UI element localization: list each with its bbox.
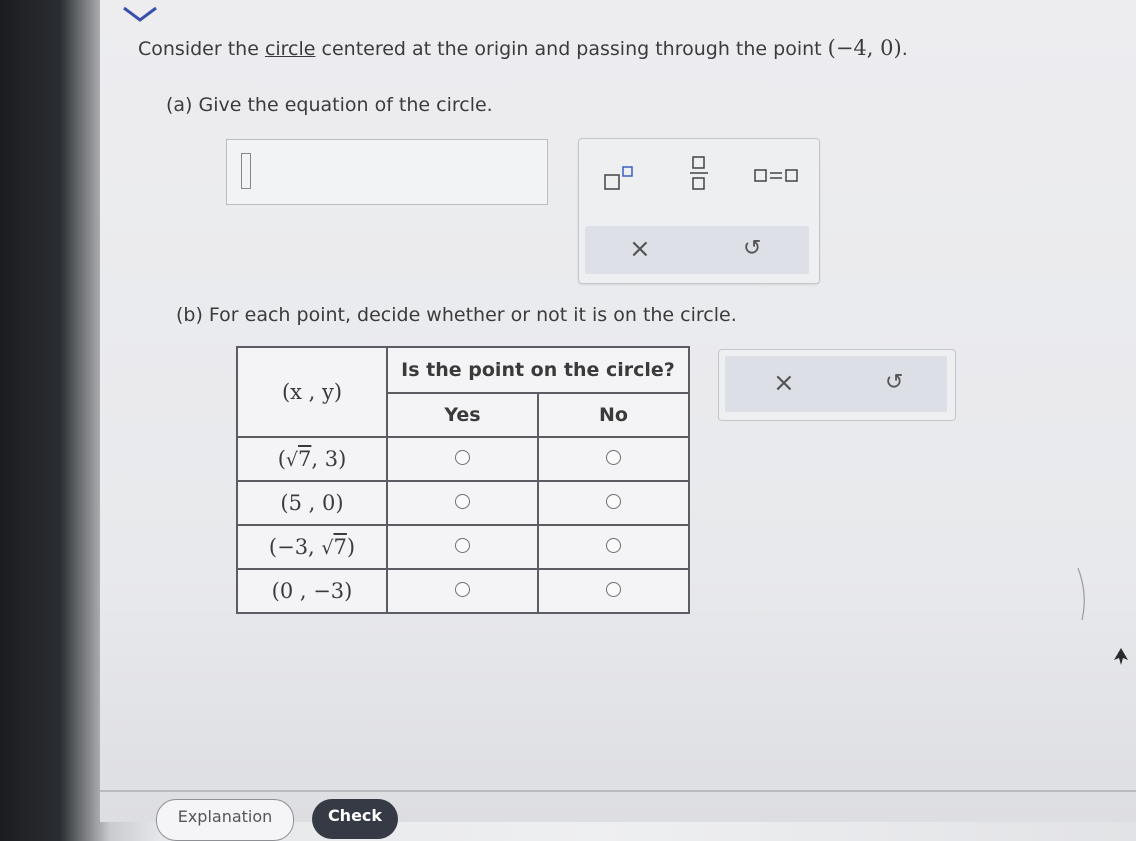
- yes-cell: [386, 480, 539, 526]
- table-row: (−3, √7): [236, 524, 690, 570]
- question-suffix: .: [901, 38, 908, 60]
- radio-no[interactable]: [606, 538, 621, 553]
- radio-yes[interactable]: [455, 582, 470, 597]
- question-point: (−4, 0): [827, 36, 902, 60]
- input-cursor-placeholder: [241, 153, 251, 189]
- explanation-button[interactable]: Explanation: [156, 799, 294, 841]
- circle-glossary-link[interactable]: circle: [265, 38, 316, 60]
- collapse-chevron-icon[interactable]: [120, 2, 160, 24]
- header-on-circle: Is the point on the circle?: [386, 346, 690, 394]
- header-yes: Yes: [386, 392, 539, 438]
- point-cell: (5 , 0): [236, 480, 388, 526]
- math-toolbar-b: × ↺: [718, 349, 956, 421]
- yes-cell: [386, 524, 539, 570]
- yes-cell: [386, 568, 539, 614]
- yes-cell: [386, 436, 539, 482]
- toolbar-b-actions: × ↺: [725, 356, 947, 412]
- radio-no[interactable]: [606, 450, 621, 465]
- part-a-label: (a) Give the equation of the circle.: [166, 94, 493, 116]
- radio-no[interactable]: [606, 582, 621, 597]
- radio-no[interactable]: [606, 494, 621, 509]
- header-point: (x , y): [236, 346, 388, 438]
- toolbar-a-actions: × ↺: [585, 226, 809, 274]
- table-row: (√7, 3): [236, 436, 690, 482]
- question-prefix: Consider the: [138, 38, 265, 60]
- points-table: (x , y) Is the point on the circle? Yes …: [236, 346, 690, 614]
- table-row: (0 , −3): [236, 568, 690, 614]
- no-cell: [537, 524, 690, 570]
- radio-yes[interactable]: [455, 538, 470, 553]
- sqrt-symbol: √: [321, 537, 334, 559]
- radio-yes[interactable]: [455, 450, 470, 465]
- undo-icon[interactable]: ↺: [743, 236, 761, 261]
- superscript-icon[interactable]: [601, 163, 639, 193]
- radio-yes[interactable]: [455, 494, 470, 509]
- equals-template-icon[interactable]: [751, 165, 803, 187]
- question-middle: centered at the origin and passing throu…: [315, 38, 828, 60]
- screen-glare-mark: [1077, 567, 1085, 621]
- equation-answer-input[interactable]: [226, 139, 548, 205]
- mouse-pointer-icon: [1114, 648, 1128, 665]
- check-button[interactable]: Check: [312, 799, 398, 839]
- undo-icon[interactable]: ↺: [885, 370, 903, 395]
- footer-divider: [100, 790, 1136, 792]
- no-cell: [537, 480, 690, 526]
- point-cell: (√7, 3): [236, 436, 388, 482]
- part-b-label: (b) For each point, decide whether or no…: [176, 304, 737, 326]
- fraction-icon[interactable]: [687, 153, 711, 193]
- no-cell: [537, 568, 690, 614]
- clear-icon[interactable]: ×: [629, 234, 651, 264]
- question-text: Consider the circle centered at the orig…: [138, 36, 908, 60]
- header-no: No: [537, 392, 690, 438]
- math-toolbar-a: × ↺: [578, 138, 820, 284]
- point-cell: (−3, √7): [236, 524, 388, 570]
- clear-icon[interactable]: ×: [773, 368, 795, 398]
- table-row: (5 , 0): [236, 480, 690, 526]
- sqrt-symbol: √: [285, 449, 299, 471]
- point-cell: (0 , −3): [236, 568, 388, 614]
- no-cell: [537, 436, 690, 482]
